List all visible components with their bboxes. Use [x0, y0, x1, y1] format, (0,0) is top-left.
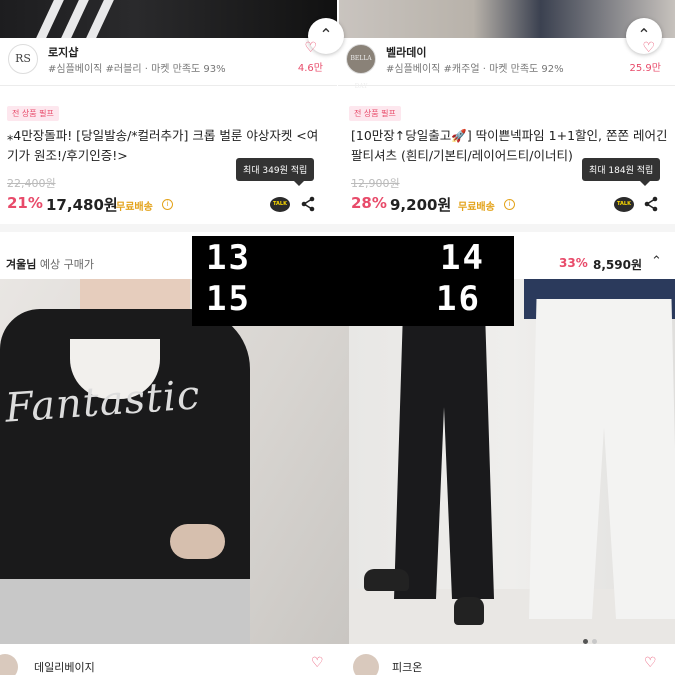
seller-strip-left[interactable]: RS 로지샵 #심플베이직 #러블리 · 마켓 만족도 93% ♡ 4.6만 — [0, 38, 337, 86]
like-count: 4.6만 — [297, 63, 323, 74]
screen: ⌃ ⌃ RS 로지샵 #심플베이직 #러블리 · 마켓 만족도 93% ♡ 4.… — [0, 0, 675, 675]
reward-tooltip: 최대 184원 적립 — [582, 158, 661, 186]
product-image-top-right[interactable] — [339, 0, 675, 38]
seller-name[interactable]: 로지샵 — [48, 44, 78, 60]
heart-icon[interactable]: ♡ — [644, 655, 657, 671]
seller-name[interactable]: 데일리베이지 — [34, 659, 95, 675]
expected-price: 8,590원 — [593, 258, 642, 272]
sale-price: 9,200원 — [390, 196, 452, 214]
image-region — [170, 524, 225, 559]
original-price: 22,400원 — [7, 177, 56, 190]
like-count: 25.9만 — [629, 63, 661, 74]
seller-name[interactable]: 피크온 — [392, 659, 422, 675]
image-region — [0, 579, 250, 644]
image-stripe — [61, 0, 89, 38]
free-shipping-badge: 전 상품 필프 — [7, 106, 59, 121]
share-icon[interactable] — [300, 196, 316, 212]
expected-price-label: 겨울님 예상 구매가 — [6, 256, 94, 272]
collapse-chevron-icon[interactable]: ⌃ — [651, 254, 662, 269]
buyer-name: 겨울님 — [6, 258, 37, 271]
seller-logo[interactable]: BELLA DAY — [346, 44, 376, 90]
seller-strip-bottom-right[interactable]: 피크온 ♡ — [349, 644, 675, 675]
seller-logo[interactable] — [0, 654, 18, 675]
image-stripe — [86, 0, 114, 38]
kakao-talk-icon[interactable]: TALK — [270, 197, 290, 212]
seller-logo[interactable]: RS — [8, 44, 38, 74]
product-card-right[interactable]: 전 상품 필프 [10만장↑당일출고🚀] 딱이쁜넥파임 1+1할인, 쫀쫀 레어… — [338, 86, 675, 224]
heart-icon[interactable]: ♡ — [304, 40, 317, 56]
seller-name[interactable]: 벨라데이 — [386, 44, 426, 60]
info-icon[interactable]: i — [162, 199, 173, 210]
image-stripe — [36, 0, 64, 38]
share-icon[interactable] — [643, 196, 659, 212]
seller-strip-bottom-left[interactable]: 데일리베이지 ♡ — [0, 644, 349, 675]
shipping-label: 무료배송 — [458, 202, 495, 213]
seller-tags: #심플베이직 #러블리 · 마켓 만족도 93% — [48, 64, 226, 75]
seller-strip-right[interactable]: BELLA DAY 벨라데이 #심플베이직 #캐주얼 · 마켓 만족도 92% … — [338, 38, 675, 90]
number-overlay: 13 14 15 16 — [192, 236, 514, 326]
overlay-number: 14 — [440, 238, 485, 278]
original-price: 12,900원 — [351, 177, 400, 190]
discount-rate: 21% — [7, 194, 43, 212]
product-image-jeans[interactable] — [349, 279, 675, 644]
overlay-number: 13 — [206, 238, 251, 278]
overlay-number: 15 — [206, 279, 251, 319]
image-region — [454, 597, 484, 625]
heart-icon[interactable]: ♡ — [642, 40, 655, 56]
shipping-label: 무료배송 — [116, 202, 153, 213]
heart-icon[interactable]: ♡ — [311, 655, 324, 671]
image-region — [364, 569, 409, 591]
product-image-top-left[interactable] — [0, 0, 337, 38]
kakao-talk-icon[interactable]: TALK — [614, 197, 634, 212]
free-shipping-badge: 전 상품 필프 — [349, 106, 401, 121]
discount-rate: 28% — [351, 194, 387, 212]
overlay-number: 16 — [436, 279, 481, 319]
carousel-dots[interactable] — [581, 629, 599, 644]
seller-logo[interactable] — [353, 654, 379, 675]
expected-price-text: 예상 구매가 — [36, 258, 94, 271]
sale-price: 17,480원 — [46, 196, 118, 214]
info-icon[interactable]: i — [504, 199, 515, 210]
reward-tooltip: 최대 349원 적립 — [236, 158, 315, 186]
expected-discount: 33% — [559, 256, 588, 270]
product-card-left[interactable]: 전 상품 필프 ⁎4만장돌파! [당일발송/*컬러추가] 크롭 벌룬 야상자켓 … — [0, 86, 337, 224]
seller-tags: #심플베이직 #캐주얼 · 마켓 만족도 92% — [386, 64, 564, 75]
section-divider — [0, 224, 675, 232]
product-image-hoodie[interactable]: Fantastic — [0, 279, 349, 644]
